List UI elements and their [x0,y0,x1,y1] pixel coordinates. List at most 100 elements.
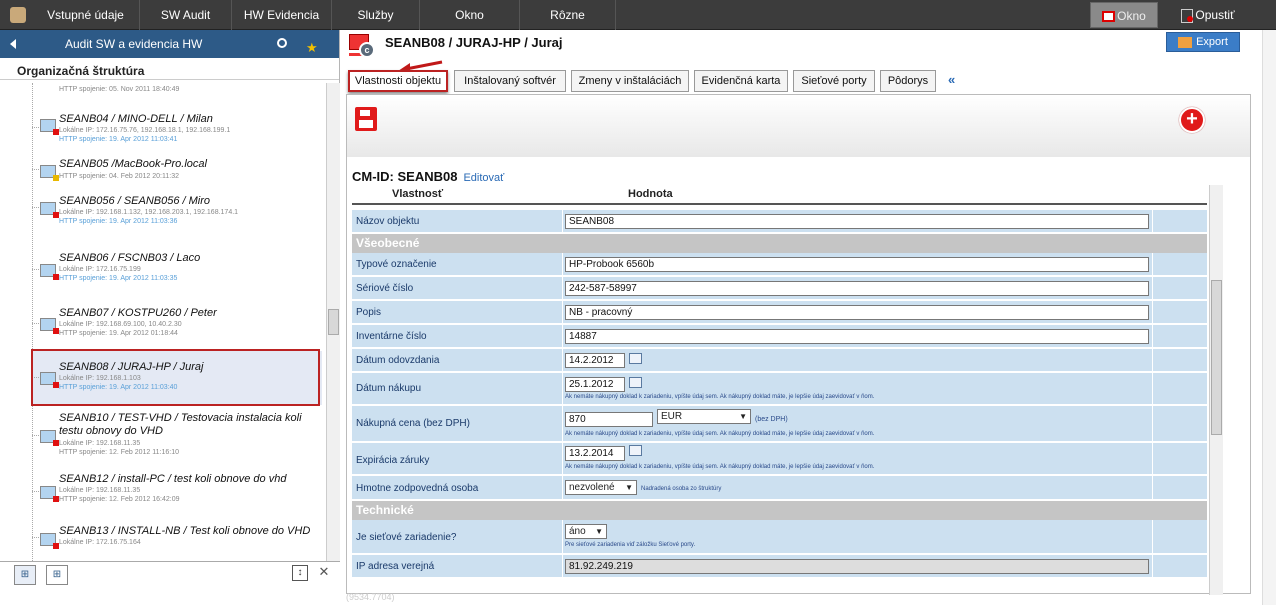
sort-icon[interactable]: ↕ [292,565,308,581]
node-http: HTTP spojenie: 05. Nov 2011 18:40:49 [59,86,180,93]
menu-rozne[interactable]: Rôzne [520,0,616,30]
tree-node-seanb06[interactable]: SEANB06 / FSCNB03 / Laco Lokálne IP: 172… [32,243,322,291]
add-icon[interactable]: + [1179,107,1205,133]
tab-sietove-porty[interactable]: Sieťové porty [793,70,875,92]
opustit-button[interactable]: Opustiť [1168,2,1248,28]
page-scrollbar[interactable] [1262,30,1276,605]
bez-dph-label: (bez DPH) [755,416,788,423]
left-panel-title: Audit SW a evidencia HW [65,37,203,51]
node-ip: Lokálne IP: 192.168.69.100, 10.40.2.30 [59,321,182,328]
node-name: SEANB12 / install-PC / test koli obnove … [59,473,287,485]
tree-node-seanb04[interactable]: SEANB04 / MINO-DELL / Milan Lokálne IP: … [32,105,322,155]
tree-node-seanb07[interactable]: SEANB07 / KOSTPU260 / Peter Lokálne IP: … [32,297,322,347]
typove-oznacenie-input[interactable]: HP-Probook 6560b [565,257,1149,272]
sietove-select[interactable]: áno [565,524,607,539]
node-name: SEANB04 / MINO-DELL / Milan [59,113,213,125]
osoba-select[interactable]: nezvolené [565,480,637,495]
mena-select[interactable]: EUR [657,409,751,424]
star-icon[interactable]: ★ [306,34,318,62]
node-name: SEANB07 / KOSTPU260 / Peter [59,307,217,319]
tree-node-seanb12[interactable]: SEANB12 / install-PC / test koli obnove … [32,471,322,521]
node-ip: Lokálne IP: 192.168.11.35 [59,440,141,447]
tree-node-seanb13[interactable]: SEANB13 / INSTALL-NB / Test koli obnove … [32,523,322,563]
node-http: HTTP spojenie: 19. Apr 2012 11:03:36 [59,218,178,225]
tree-scroll-thumb[interactable] [328,309,339,335]
row-label: Dátum nákupu [356,383,422,394]
export-label: Export [1196,36,1228,48]
nakupna-cena-input[interactable]: 870 [565,412,653,427]
tab-zmeny-v-instalaciach[interactable]: Zmeny v inštaláciách [571,70,689,92]
node-http: HTTP spojenie: 12. Feb 2012 16:42:09 [59,496,180,503]
tree-node-seanb05[interactable]: SEANB05 /MacBook-Pro.local HTTP spojenie… [32,155,322,189]
tree-connector [32,537,39,538]
properties-scroll-thumb[interactable] [1211,280,1222,435]
tree-node-partial[interactable]: HTTP spojenie: 05. Nov 2011 18:40:49 [32,83,322,97]
row-label: Je sieťové zariadenie? [356,532,457,543]
tab-podorys[interactable]: Pôdorys [880,70,936,92]
calendar-icon[interactable] [629,377,642,388]
left-panel-footer: ⊞ ⊞ ↕ ✕ [0,561,340,605]
network-tree-icon[interactable]: ⊞ [46,565,68,585]
popis-input[interactable]: NB - pracovný [565,305,1149,320]
tab-evidencna-karta[interactable]: Evidenčná karta [694,70,788,92]
okno-button[interactable]: Okno [1090,2,1158,28]
node-ip: Lokálne IP: 192.168.11.35 [59,487,141,494]
tools-icon[interactable]: ✕ [316,565,332,581]
seriove-cislo-input[interactable]: 242-587-58997 [565,281,1149,296]
ip-adresa-input[interactable]: 81.92.249.219 [565,559,1149,574]
node-ip: Lokálne IP: 192.168.1.132, 192.168.203.1… [59,209,239,216]
tree-connector [32,207,39,208]
node-name: SEANB056 / SEANB056 / Miro [59,195,211,207]
computer-icon [40,430,59,446]
tree-connector [32,269,39,270]
osoba-note: Nadradená osoba zo štruktúry [641,486,722,492]
datum-odovzdania-input[interactable]: 14.2.2012 [565,353,625,368]
tab-instalovany-softver[interactable]: Inštalovaný softvér [454,70,566,92]
cm-id-row: CM-ID: SEANB08 Editovať [352,169,504,184]
edit-link[interactable]: Editovať [463,172,504,184]
back-arrow-icon[interactable] [10,39,16,49]
tree-node-seanb056[interactable]: SEANB056 / SEANB056 / Miro Lokálne IP: 1… [32,189,322,237]
row-label: Sériové číslo [356,283,414,294]
properties-scrollbar[interactable] [1209,185,1223,595]
col-value-header: Hodnota [628,188,673,200]
node-ip: Lokálne IP: 172.16.75.76, 192.168.18.1, … [59,127,231,134]
row-typove-oznacenie: Typové označenie HP-Probook 6560b [352,253,1207,276]
datum-nakupu-input[interactable]: 25.1.2012 [565,377,625,392]
menu-okno[interactable]: Okno [420,0,520,30]
section-technicke: Technické [352,501,1207,520]
row-sietove-zariadenie: Je sieťové zariadenie? áno Pre sieťové z… [352,520,1207,554]
node-http: HTTP spojenie: 19. Apr 2012 11:03:41 [59,136,178,143]
inventarne-cislo-input[interactable]: 14887 [565,329,1149,344]
save-icon[interactable] [355,107,377,131]
window-icon [1102,11,1116,23]
menu-sw-audit[interactable]: SW Audit [140,0,232,30]
node-http: HTTP spojenie: 12. Feb 2012 11:16:10 [59,449,179,456]
menu-sluzby[interactable]: Služby [332,0,420,30]
tree-node-seanb10[interactable]: SEANB10 / TEST-VHD / Testovacia instalac… [32,409,322,471]
search-icon[interactable] [277,38,287,48]
node-name: SEANB13 / INSTALL-NB / Test koli obnove … [59,525,311,537]
row-ip-adresa: IP adresa verejná 81.92.249.219 [352,555,1207,578]
row-inventarne-cislo: Inventárne číslo 14887 [352,325,1207,348]
row-nazov-objektu: Názov objektu SEANB08 [352,210,1207,233]
tree-view-icon[interactable]: ⊞ [14,565,36,585]
calendar-icon[interactable] [629,445,642,456]
nazov-objektu-input[interactable]: SEANB08 [565,214,1149,229]
menu-bar: Vstupné údaje SW Audit HW Evidencia Služ… [0,0,1276,30]
tab-vlastnosti-objektu[interactable]: Vlastnosti objektu [348,70,448,92]
calendar-icon[interactable] [629,353,642,364]
computer-icon [40,486,59,502]
row-nakupna-cena: Nákupná cena (bez DPH) 870 EUR (bez DPH)… [352,406,1207,442]
menu-vstupne-udaje[interactable]: Vstupné údaje [32,0,140,30]
computer-object-icon: c [349,34,379,60]
export-button[interactable]: Export [1166,32,1240,52]
row-label: Nákupná cena (bez DPH) [356,418,470,429]
tree-scrollbar[interactable] [326,83,340,581]
properties-toolbar: + [347,95,1250,157]
computer-icon [40,533,59,549]
tabs-collapse-icon[interactable]: « [948,70,955,90]
expiracia-zaruky-input[interactable]: 13.2.2014 [565,446,625,461]
tree-connector [32,127,39,128]
menu-hw-evidencia[interactable]: HW Evidencia [232,0,332,30]
